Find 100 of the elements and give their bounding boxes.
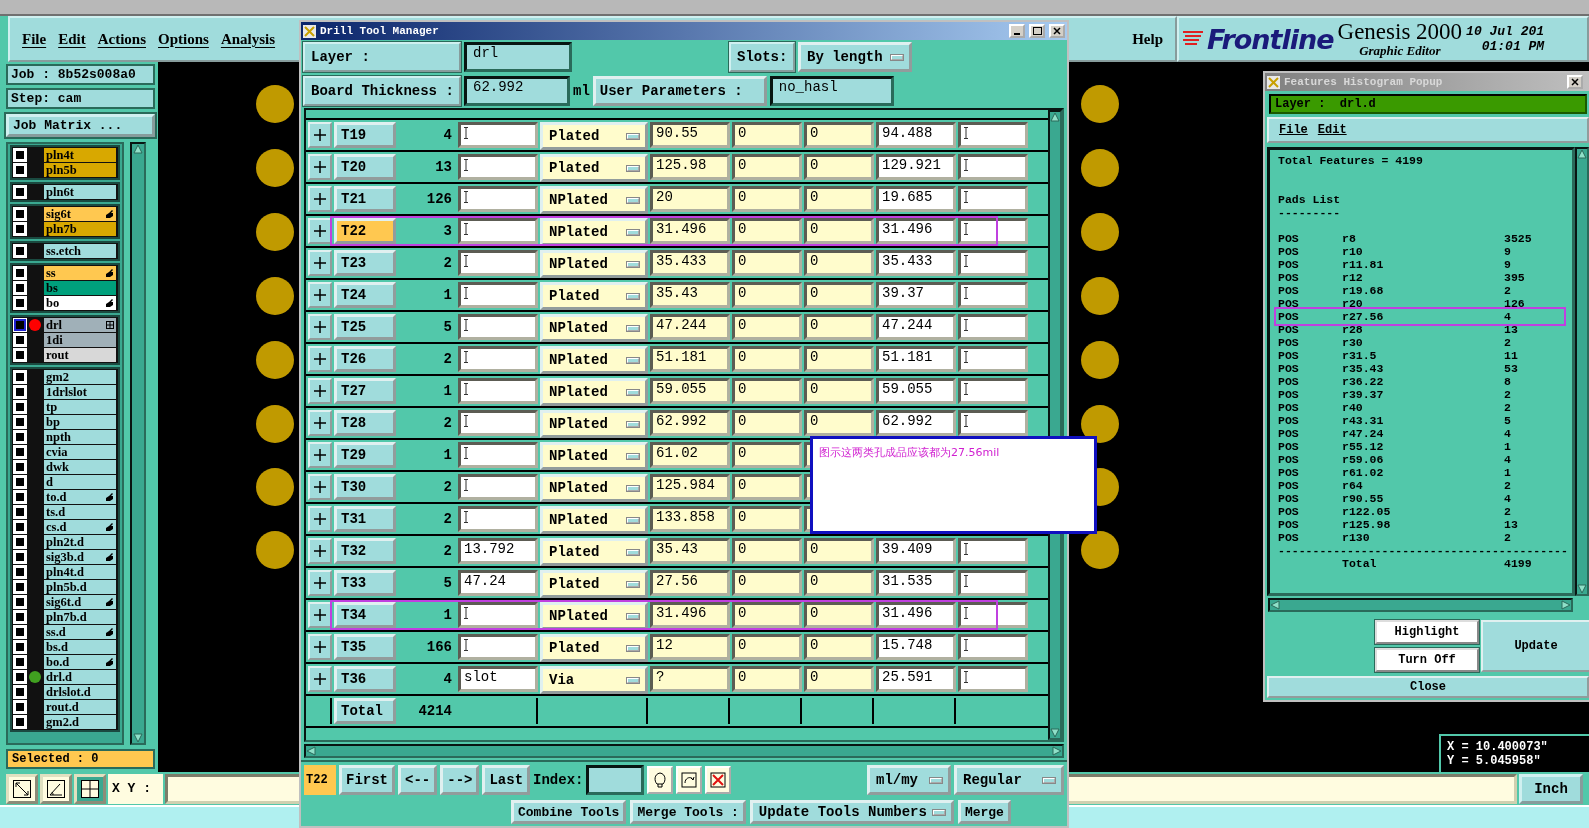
table-cell[interactable]: 47.244 <box>876 314 956 340</box>
layer-name[interactable]: rout <box>44 348 116 362</box>
layer-name[interactable]: gm2 <box>44 370 116 384</box>
table-cell[interactable]: 0 <box>804 410 874 436</box>
layer-name[interactable]: ss <box>44 266 116 280</box>
layer-name[interactable]: bo.d <box>44 655 116 669</box>
tool-button[interactable]: T21 <box>334 186 396 212</box>
type-dropdown[interactable]: NPlated <box>540 346 648 374</box>
table-cell[interactable]: 0 <box>732 474 802 500</box>
layer-name[interactable]: tp <box>44 400 116 414</box>
table-cell[interactable]: 0 <box>732 378 802 404</box>
table-cell[interactable]: 129.921 <box>876 154 956 180</box>
nav-button[interactable]: <-- <box>398 765 438 795</box>
close-button[interactable]: Close <box>1267 676 1589 698</box>
slots-dropdown[interactable]: By length <box>798 42 912 72</box>
layer-name[interactable]: drl.d <box>44 670 116 684</box>
turn-off-button[interactable]: Turn Off <box>1375 648 1479 672</box>
layer-name[interactable]: npth <box>44 430 116 444</box>
help-menu-item[interactable]: Help <box>1132 30 1163 48</box>
update-button[interactable]: Update <box>1481 620 1589 672</box>
table-cell[interactable]: 19.685 <box>876 186 956 212</box>
table-cell[interactable]: 0 <box>804 538 874 564</box>
table-cell[interactable]: 0 <box>804 218 874 244</box>
layer-name[interactable]: pln7b <box>44 222 116 236</box>
table-cell[interactable]: 0 <box>732 186 802 212</box>
highlight-button[interactable]: Highlight <box>1375 620 1479 644</box>
tool-button[interactable]: T28 <box>334 410 396 436</box>
type-dropdown[interactable]: Plated <box>540 282 648 310</box>
table-cell[interactable]: 31.496 <box>876 602 956 628</box>
board-thickness-field[interactable]: 62.992 <box>464 76 570 106</box>
type-dropdown[interactable]: Plated <box>540 122 648 150</box>
update-numbers-dropdown[interactable]: Update Tools Numbers <box>749 800 954 824</box>
table-cell[interactable]: 39.37 <box>876 282 956 308</box>
layer-name[interactable]: sig6t.d <box>44 595 116 609</box>
type-dropdown[interactable]: Via <box>540 666 648 694</box>
tool-button[interactable]: T36 <box>334 666 396 692</box>
table-cell[interactable]: 35.433 <box>650 250 730 276</box>
menu-item[interactable]: Actions <box>97 30 146 48</box>
table-cell[interactable]: 47.244 <box>650 314 730 340</box>
table-cell[interactable]: 0 <box>804 570 874 596</box>
menu-item[interactable]: File <box>1279 123 1308 137</box>
table-cell[interactable]: 31.496 <box>650 602 730 628</box>
tool-button[interactable]: T20 <box>334 154 396 180</box>
layer-name[interactable]: pln2t.d <box>44 535 116 549</box>
units-dropdown[interactable]: ml/my <box>867 765 951 795</box>
table-cell[interactable]: 31.496 <box>650 218 730 244</box>
type-dropdown[interactable]: NPlated <box>540 218 648 246</box>
table-cell[interactable]: 0 <box>804 602 874 628</box>
tool-button[interactable]: T30 <box>334 474 396 500</box>
tool-button[interactable]: T25 <box>334 314 396 340</box>
table-cell[interactable]: 0 <box>804 346 874 372</box>
table-cell[interactable]: 0 <box>732 602 802 628</box>
table-cell[interactable]: 12 <box>650 634 730 660</box>
layer-name[interactable]: pln6t <box>44 185 116 199</box>
table-cell[interactable]: 62.992 <box>650 410 730 436</box>
action-button[interactable]: Combine Tools <box>511 800 627 824</box>
table-cell[interactable]: 20 <box>650 186 730 212</box>
table-cell[interactable]: 125.98 <box>650 154 730 180</box>
tool-button[interactable]: T34 <box>334 602 396 628</box>
job-matrix-button[interactable]: Job Matrix ... <box>6 114 155 137</box>
menu-item[interactable]: Analysis <box>220 30 276 48</box>
table-cell[interactable]: 0 <box>804 250 874 276</box>
layer-name[interactable]: d <box>44 475 116 489</box>
table-cell[interactable]: 0 <box>732 346 802 372</box>
tool-button[interactable]: T29 <box>334 442 396 468</box>
table-cell[interactable]: 0 <box>804 122 874 148</box>
layer-name[interactable]: drlslot.d <box>44 685 116 699</box>
layer-name[interactable]: cs.d <box>44 520 116 534</box>
tool-button[interactable]: T27 <box>334 378 396 404</box>
table-cell[interactable]: 0 <box>804 634 874 660</box>
layer-name[interactable]: ss.d <box>44 625 116 639</box>
type-dropdown[interactable]: NPlated <box>540 378 648 406</box>
table-cell[interactable]: 31.496 <box>876 218 956 244</box>
table-cell[interactable]: 51.181 <box>650 346 730 372</box>
user-parameters-field[interactable]: no_hasl <box>769 76 894 106</box>
tool-button[interactable]: T31 <box>334 506 396 532</box>
tool-button[interactable]: T23 <box>334 250 396 276</box>
type-dropdown[interactable]: NPlated <box>540 250 648 278</box>
table-cell[interactable]: 0 <box>732 666 802 692</box>
type-dropdown[interactable]: Plated <box>540 634 648 662</box>
type-dropdown[interactable]: Plated <box>540 154 648 182</box>
table-cell[interactable]: 0 <box>732 218 802 244</box>
layer-name[interactable]: bs <box>44 281 116 295</box>
table-cell[interactable]: 0 <box>732 634 802 660</box>
unit-button[interactable]: Inch <box>1519 773 1583 804</box>
tool-button[interactable]: T22 <box>334 218 396 244</box>
table-cell[interactable]: 0 <box>804 378 874 404</box>
layer-field[interactable]: drl <box>464 42 572 72</box>
layer-name[interactable]: bs.d <box>44 640 116 654</box>
table-cell[interactable]: 0 <box>804 666 874 692</box>
table-cell[interactable]: slot <box>458 666 538 692</box>
table-cell[interactable]: 0 <box>732 570 802 596</box>
table-cell[interactable]: 35.43 <box>650 282 730 308</box>
type-dropdown[interactable]: NPlated <box>540 186 648 214</box>
table-cell[interactable]: 0 <box>732 314 802 340</box>
layer-name[interactable]: pln5b <box>44 163 116 177</box>
table-cell[interactable]: 25.591 <box>876 666 956 692</box>
tool-button[interactable]: T24 <box>334 282 396 308</box>
type-dropdown[interactable]: NPlated <box>540 506 648 534</box>
table-cell[interactable]: 0 <box>732 282 802 308</box>
